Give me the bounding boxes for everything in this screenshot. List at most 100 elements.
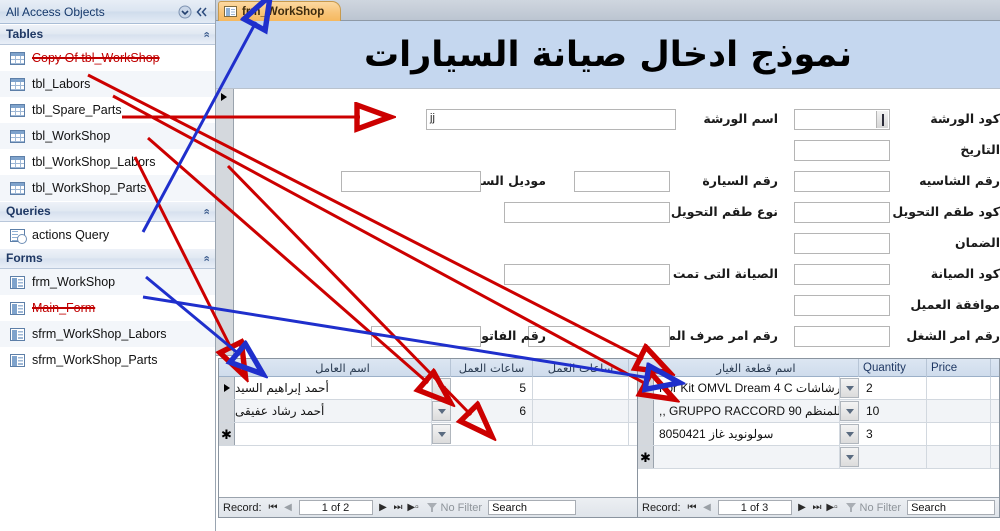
nav-item-sfrm_workshop_parts[interactable]: sfrm_WorkShop_Parts <box>0 347 215 373</box>
field-input-7[interactable] <box>794 326 890 347</box>
row-selector[interactable] <box>638 400 654 422</box>
labors-cell-name[interactable]: أحمد إبراهيم السيد <box>235 377 432 399</box>
field-input-12[interactable] <box>528 326 670 347</box>
field-input-10[interactable] <box>504 202 670 223</box>
labors-record-position[interactable]: 1 of 2 <box>298 500 373 515</box>
first-record-icon[interactable]: ⏮ <box>266 502 281 513</box>
new-record-icon[interactable]: ▶▫ <box>406 502 421 513</box>
field-input-3[interactable] <box>794 202 890 223</box>
field-input-11[interactable] <box>504 264 670 285</box>
double-chevron-up-icon[interactable]: « <box>195 208 216 214</box>
parts-combo-dropdown-button[interactable] <box>840 424 859 444</box>
parts-table-row[interactable]: For Kit OMVL Dream 4 C رشاشات 2 <box>638 377 999 400</box>
labors-filter-status[interactable]: No Filter <box>426 502 482 514</box>
new-record-icon[interactable]: ▶▫ <box>825 502 840 513</box>
parts-filter-status[interactable]: No Filter <box>845 502 901 514</box>
field-spinner-button[interactable] <box>876 111 888 128</box>
labors-combo-dropdown-button[interactable] <box>432 424 451 444</box>
parts-combo-dropdown-button[interactable] <box>840 378 859 398</box>
first-record-icon[interactable]: ⏮ <box>685 502 700 513</box>
row-selector[interactable] <box>219 377 235 399</box>
nav-group-header-forms[interactable]: Forms « <box>0 248 215 269</box>
labors-cell-hours[interactable] <box>453 423 533 445</box>
field-input-8[interactable]: jj <box>426 109 676 130</box>
labors-column-header-name[interactable]: اسم العامل <box>235 359 451 377</box>
parts-table-row[interactable]: ✱ <box>638 446 999 469</box>
labors-table-row[interactable]: ✱ <box>219 423 637 446</box>
labors-cell-hours[interactable]: 5 <box>453 377 533 399</box>
labors-combo-dropdown-button[interactable] <box>432 378 451 398</box>
nav-item-tbl_spare_parts[interactable]: tbl_Spare_Parts <box>0 97 215 123</box>
parts-cell-part-name[interactable]: ,, GRUPPO RACCORD 90 للمنظم <box>654 400 840 422</box>
field-input-2[interactable] <box>794 171 890 192</box>
double-chevron-up-icon[interactable]: « <box>195 255 216 261</box>
labors-combo-dropdown-button[interactable] <box>432 401 451 421</box>
row-selector[interactable] <box>219 400 235 422</box>
row-selector[interactable] <box>638 423 654 445</box>
labors-cell-hours[interactable]: 6 <box>453 400 533 422</box>
field-input-9[interactable] <box>574 171 670 192</box>
parts-column-header-quantity[interactable]: Quantity <box>859 359 927 377</box>
labors-cell-name[interactable]: أحمد رشاد عفيقى <box>235 400 432 422</box>
document-tab-frm-workshop[interactable]: frm_WorkShop <box>218 1 342 21</box>
last-record-icon[interactable]: ⏭ <box>810 502 825 513</box>
parts-cell-price[interactable] <box>927 377 991 399</box>
parts-cell-quantity[interactable]: 2 <box>861 377 927 399</box>
previous-record-icon[interactable]: ◀ <box>281 502 296 513</box>
last-record-icon[interactable]: ⏭ <box>391 502 406 513</box>
nav-item-tbl_labors[interactable]: tbl_Labors <box>0 71 215 97</box>
parts-column-header-price[interactable]: Price <box>927 359 991 377</box>
nav-item-tbl_workshop_labors[interactable]: tbl_WorkShop_Labors <box>0 149 215 175</box>
nav-item-actions-query[interactable]: actions Query <box>0 222 215 248</box>
parts-cell-price[interactable] <box>927 446 991 468</box>
double-chevron-left-icon[interactable] <box>193 4 209 20</box>
row-selector[interactable]: ✱ <box>219 423 235 445</box>
nav-item-frm_workshop[interactable]: frm_WorkShop <box>0 269 215 295</box>
row-selector[interactable]: ✱ <box>638 446 654 468</box>
labors-cell-extra[interactable] <box>533 400 629 422</box>
field-input-13[interactable] <box>341 171 481 192</box>
labors-cell-extra[interactable] <box>533 377 629 399</box>
parts-column-header-part-name[interactable]: اسم قطعة الغيار <box>654 359 859 377</box>
field-input-5[interactable] <box>794 264 890 285</box>
labors-table-row[interactable]: أحمد إبراهيم السيد 5 <box>219 377 637 400</box>
previous-record-icon[interactable]: ◀ <box>700 502 715 513</box>
parts-table-row[interactable]: ,, GRUPPO RACCORD 90 للمنظم 10 <box>638 400 999 423</box>
parts-combo-dropdown-button[interactable] <box>840 401 859 421</box>
form-record-selector[interactable] <box>216 89 234 356</box>
labors-column-header-hours[interactable]: ساعات العمل <box>451 359 533 377</box>
labors-column-header-hours-2[interactable]: ساعات العمل <box>533 359 629 377</box>
field-input-0[interactable] <box>794 109 890 130</box>
parts-cell-quantity[interactable] <box>861 446 927 468</box>
labors-cell-extra[interactable] <box>533 423 629 445</box>
navigation-pane-header[interactable]: All Access Objects <box>0 0 215 24</box>
parts-cell-price[interactable] <box>927 400 991 422</box>
row-selector[interactable] <box>638 377 654 399</box>
nav-item-main_form[interactable]: Main_Form <box>0 295 215 321</box>
parts-cell-price[interactable] <box>927 423 991 445</box>
field-input-4[interactable] <box>794 233 890 254</box>
labors-table-row[interactable]: أحمد رشاد عفيقى 6 <box>219 400 637 423</box>
nav-item-tbl_workshop[interactable]: tbl_WorkShop <box>0 123 215 149</box>
nav-group-header-queries[interactable]: Queries « <box>0 201 215 222</box>
nav-item-sfrm_workshop_labors[interactable]: sfrm_WorkShop_Labors <box>0 321 215 347</box>
field-input-6[interactable] <box>794 295 890 316</box>
labors-cell-name[interactable] <box>235 423 432 445</box>
field-input-14[interactable] <box>371 326 481 347</box>
parts-record-position[interactable]: 1 of 3 <box>717 500 792 515</box>
parts-cell-part-name[interactable]: For Kit OMVL Dream 4 C رشاشات <box>654 377 840 399</box>
nav-group-header-tables[interactable]: Tables « <box>0 24 215 45</box>
nav-item-tbl_workshop_parts[interactable]: tbl_WorkShop_Parts <box>0 175 215 201</box>
chevron-down-circle-icon[interactable] <box>177 4 193 20</box>
double-chevron-up-icon[interactable]: « <box>195 31 216 37</box>
parts-combo-dropdown-button[interactable] <box>840 447 859 467</box>
next-record-icon[interactable]: ▶ <box>795 502 810 513</box>
field-input-1[interactable] <box>794 140 890 161</box>
parts-cell-part-name[interactable]: 8050421 سولونويد غاز <box>654 423 840 445</box>
nav-item-copy-of-tbl_workshop[interactable]: Copy Of tbl_WorkShop <box>0 45 215 71</box>
parts-cell-part-name[interactable] <box>654 446 840 468</box>
parts-cell-quantity[interactable]: 3 <box>861 423 927 445</box>
labors-search-input[interactable]: Search <box>488 500 577 515</box>
parts-search-input[interactable]: Search <box>907 500 996 515</box>
parts-table-row[interactable]: 8050421 سولونويد غاز 3 <box>638 423 999 446</box>
